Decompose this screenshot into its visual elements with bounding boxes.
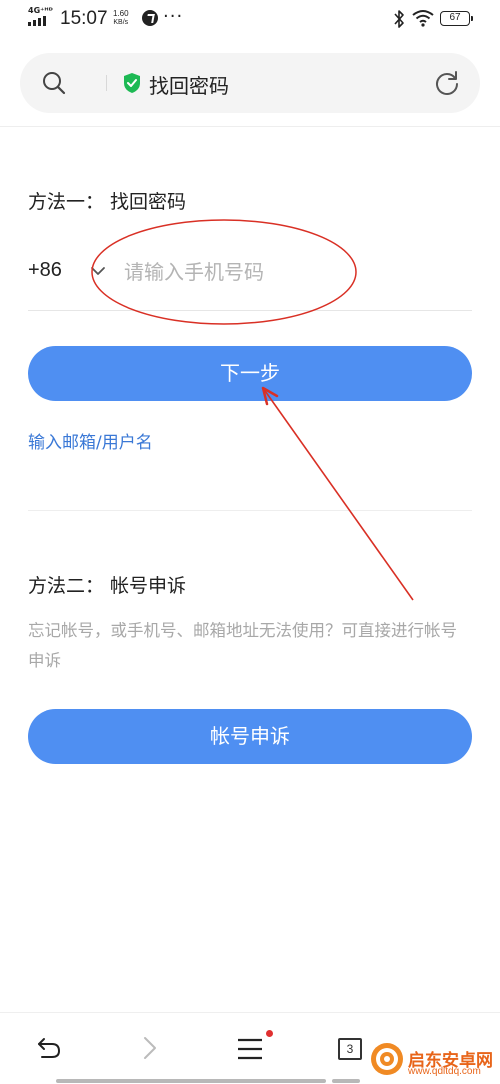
header-divider [0, 126, 500, 127]
account-appeal-button[interactable]: 帐号申诉 [28, 709, 472, 764]
search-icon[interactable] [42, 71, 66, 95]
speed-unit: KB/s [113, 19, 129, 26]
home-indicator [56, 1079, 326, 1083]
chevron-down-icon[interactable] [90, 263, 106, 279]
shield-check-icon [124, 73, 140, 93]
tabs-icon[interactable]: 3 [338, 1038, 362, 1060]
method2-description: 忘记帐号，或手机号、邮箱地址无法使用？可直接进行帐号申诉 [28, 621, 457, 670]
watermark-logo [371, 1043, 403, 1075]
address-bar[interactable]: 找回密码 [20, 53, 480, 113]
page-title[interactable]: 找回密码 [149, 70, 229, 99]
clock: 15:07 [60, 8, 108, 29]
back-arrow-icon[interactable] [36, 1035, 62, 1061]
phone-number-input[interactable] [124, 254, 454, 290]
bluetooth-icon [394, 10, 404, 28]
notification-dot [266, 1030, 273, 1037]
method1-title: 方法一： 找回密码 [28, 191, 187, 213]
network-speed: 1.60 KB/s [113, 9, 129, 27]
email-username-link[interactable]: 输入邮箱/用户名 [28, 428, 153, 453]
section-divider [28, 510, 472, 511]
notification-icon [142, 10, 158, 26]
status-bar: 4G⁺ᴴᴰ 15:07 1.60 KB/s ··· 67 [0, 0, 500, 40]
method2-title: 方法二： 帐号申诉 [28, 575, 187, 597]
country-code[interactable]: +86 [28, 259, 62, 282]
annotation-arrow [261, 386, 414, 601]
signal-icon [28, 16, 46, 26]
refresh-icon[interactable] [434, 70, 460, 96]
menu-icon[interactable] [236, 1037, 264, 1061]
address-divider [106, 75, 107, 91]
next-step-button[interactable]: 下一步 [28, 346, 472, 401]
wifi-icon [412, 10, 434, 27]
more-notifications: ··· [163, 6, 184, 27]
home-indicator-segment [332, 1079, 360, 1083]
forward-arrow-icon[interactable] [140, 1035, 160, 1061]
speed-value: 1.60 [113, 9, 129, 18]
watermark-url: www.qdltdq.com [408, 1066, 481, 1077]
input-underline [28, 310, 472, 311]
battery-icon: 67 [440, 11, 473, 26]
network-type: 4G⁺ᴴᴰ [28, 6, 53, 15]
